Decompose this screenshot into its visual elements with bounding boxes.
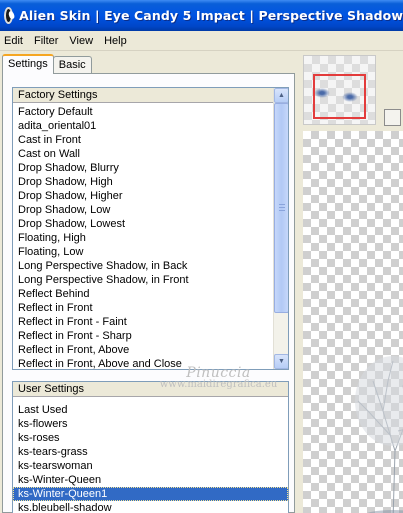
title-bar[interactable]: Alien Skin | Eye Candy 5 Impact | Perspe… xyxy=(0,0,403,31)
list-item[interactable]: Reflect in Front, Above and Close xyxy=(13,357,273,369)
tab-strip: Settings Basic xyxy=(2,54,92,74)
list-item[interactable]: Reflect in Front - Faint xyxy=(13,315,273,329)
factory-settings-list[interactable]: Factory Settings Factory Default adita_or… xyxy=(12,87,289,370)
list-item[interactable]: Drop Shadow, Blurry xyxy=(13,161,273,175)
menu-filter[interactable]: Filter xyxy=(30,35,62,47)
tab-settings[interactable]: Settings xyxy=(2,54,54,74)
settings-panel: Factory Settings Factory Default adita_or… xyxy=(2,73,295,513)
list-item[interactable]: ks-Winter-Queen1 xyxy=(13,487,288,501)
list-item[interactable]: Long Perspective Shadow, in Back xyxy=(13,259,273,273)
preview-toggle-button[interactable] xyxy=(384,109,401,126)
list-item[interactable]: ks-tears-grass xyxy=(13,445,288,459)
list-item[interactable]: Reflect in Front, Above xyxy=(13,343,273,357)
preview-canvas[interactable] xyxy=(303,131,403,513)
list-item[interactable]: Drop Shadow, Low xyxy=(13,203,273,217)
list-item[interactable]: Cast in Front xyxy=(13,133,273,147)
grip-line xyxy=(279,210,285,211)
list-item[interactable]: ks-roses xyxy=(13,431,288,445)
alien-skin-app-icon xyxy=(4,7,14,24)
list-item[interactable]: ks.bleubell-shadow xyxy=(13,501,288,513)
navigator-view-box[interactable] xyxy=(313,74,366,119)
preview-pane xyxy=(297,51,403,513)
arrow-down-icon: ▼ xyxy=(278,358,285,365)
list-item[interactable]: Last Used xyxy=(13,403,288,417)
list-item[interactable]: Drop Shadow, Lowest xyxy=(13,217,273,231)
menu-view[interactable]: View xyxy=(65,35,97,47)
navigator-thumbnail[interactable] xyxy=(303,55,376,125)
list-item[interactable]: ks-tearswoman xyxy=(13,459,288,473)
user-settings-header: User Settings xyxy=(13,382,288,397)
tab-basic[interactable]: Basic xyxy=(52,56,92,74)
arrow-up-icon: ▲ xyxy=(278,92,285,99)
factory-scroll-thumb[interactable] xyxy=(274,103,288,313)
factory-settings-items: Factory Default adita_oriental01 Cast in F… xyxy=(13,105,273,369)
user-settings-items: Last Used ks-flowers ks-roses ks-tears-gras… xyxy=(13,403,288,513)
grip-line xyxy=(279,207,285,208)
window-title: Alien Skin | Eye Candy 5 Impact | Perspe… xyxy=(19,8,403,23)
list-item[interactable]: ks-flowers xyxy=(13,417,288,431)
menu-bar: Edit Filter View Help xyxy=(0,31,403,51)
list-item[interactable]: Long Perspective Shadow, in Front xyxy=(13,273,273,287)
factory-scrollbar[interactable]: ▲ ▼ xyxy=(273,88,288,369)
winter-tree-preview xyxy=(355,356,403,513)
user-settings-list[interactable]: User Settings Last Used ks-flowers ks-rose… xyxy=(12,381,289,513)
list-item[interactable]: ks-Winter-Queen xyxy=(13,473,288,487)
menu-help[interactable]: Help xyxy=(100,35,131,47)
menu-edit[interactable]: Edit xyxy=(0,35,27,47)
list-item[interactable]: Floating, High xyxy=(13,231,273,245)
list-item[interactable]: adita_oriental01 xyxy=(13,119,273,133)
grip-line xyxy=(279,204,285,205)
scroll-up-button[interactable]: ▲ xyxy=(274,88,288,103)
list-item[interactable]: Reflect in Front - Sharp xyxy=(13,329,273,343)
list-item[interactable]: Reflect Behind xyxy=(13,287,273,301)
list-item[interactable]: Floating, Low xyxy=(13,245,273,259)
list-item[interactable]: Factory Default xyxy=(13,105,273,119)
list-item[interactable]: Reflect in Front xyxy=(13,301,273,315)
list-item[interactable]: Drop Shadow, High xyxy=(13,175,273,189)
scroll-down-button[interactable]: ▼ xyxy=(274,354,288,369)
list-item[interactable]: Cast on Wall xyxy=(13,147,273,161)
factory-settings-header: Factory Settings xyxy=(13,88,288,103)
list-item[interactable]: Drop Shadow, Higher xyxy=(13,189,273,203)
